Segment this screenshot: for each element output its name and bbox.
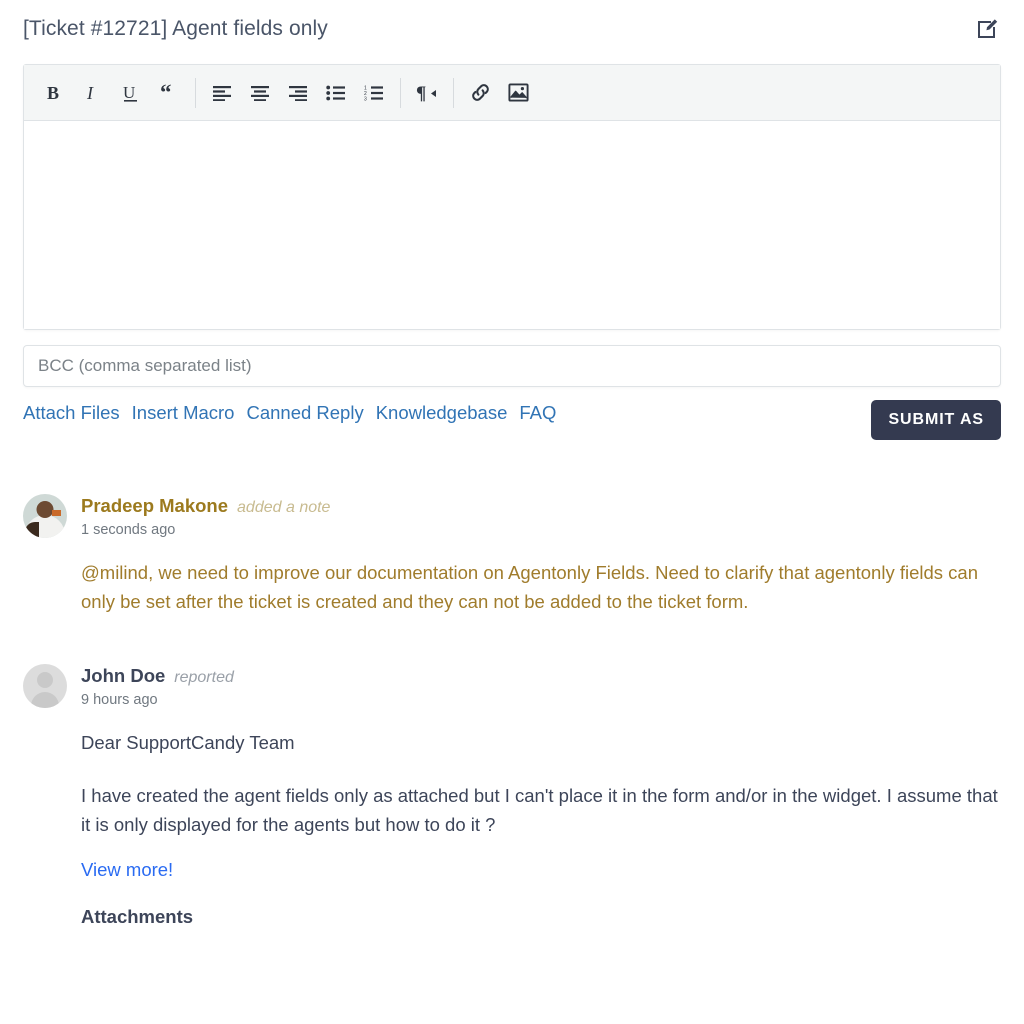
edit-ticket-icon[interactable] [974, 15, 1002, 43]
blockquote-icon[interactable]: “ [150, 74, 188, 112]
thread-item-note: Pradeep Makone added a note 1 seconds ag… [0, 494, 1024, 616]
thread-timestamp: 9 hours ago [81, 692, 158, 708]
svg-text:“: “ [160, 83, 172, 103]
ticket-thread: Pradeep Makone added a note 1 seconds ag… [0, 494, 1024, 928]
editor-content-area[interactable] [24, 121, 1000, 329]
thread-item-header: John Doe reported 9 hours ago [23, 664, 1024, 708]
svg-text:U: U [123, 83, 135, 102]
avatar [23, 494, 67, 538]
svg-text:¶: ¶ [416, 83, 426, 103]
reply-action-bar: Attach Files Insert Macro Canned Reply K… [23, 400, 1001, 444]
thread-item-meta: Pradeep Makone added a note 1 seconds ag… [81, 494, 330, 538]
paragraph-rtl-icon[interactable]: ¶ [408, 74, 446, 112]
unordered-list-icon[interactable] [317, 74, 355, 112]
note-paragraph: @milind, we need to improve our document… [81, 562, 979, 612]
reply-paragraph-message: I have created the agent fields only as … [81, 785, 998, 835]
insert-macro-link[interactable]: Insert Macro [132, 402, 235, 424]
thread-item-body: @milind, we need to improve our document… [23, 558, 1024, 616]
avatar [23, 664, 67, 708]
italic-icon[interactable]: I [74, 74, 112, 112]
toolbar-divider [400, 77, 401, 108]
thread-timestamp: 1 seconds ago [81, 522, 176, 538]
bcc-input[interactable] [23, 345, 1001, 387]
image-icon[interactable] [499, 74, 537, 112]
ticket-detail-page: [Ticket #12721] Agent fields only B I U … [0, 0, 1024, 1024]
view-more-link[interactable]: View more! [81, 859, 173, 881]
thread-item-meta: John Doe reported 9 hours ago [81, 664, 234, 708]
align-center-icon[interactable] [241, 74, 279, 112]
thread-item-body: Dear SupportCandy Team I have created th… [23, 728, 1024, 928]
svg-text:B: B [47, 83, 59, 103]
reply-editor: B I U “ 1 2 3 ¶ [23, 64, 1001, 330]
thread-event-label: added a note [237, 499, 331, 516]
link-icon[interactable] [461, 74, 499, 112]
canned-reply-link[interactable]: Canned Reply [246, 402, 363, 424]
thread-item-header: Pradeep Makone added a note 1 seconds ag… [23, 494, 1024, 538]
bold-icon[interactable]: B [36, 74, 74, 112]
toolbar-divider [453, 77, 454, 108]
svg-text:I: I [86, 83, 94, 103]
thread-author-name[interactable]: Pradeep Makone [81, 495, 228, 517]
attachments-label: Attachments [81, 906, 194, 927]
attach-files-link[interactable]: Attach Files [23, 402, 120, 424]
align-left-icon[interactable] [203, 74, 241, 112]
thread-author-name[interactable]: John Doe [81, 665, 165, 687]
reply-paragraph-greeting: Dear SupportCandy Team [81, 732, 295, 753]
editor-toolbar: B I U “ 1 2 3 ¶ [24, 65, 1000, 121]
svg-text:3: 3 [364, 96, 367, 100]
submit-as-button[interactable]: SUBMIT AS [871, 400, 1001, 440]
page-title: [Ticket #12721] Agent fields only [23, 17, 328, 40]
ordered-list-icon[interactable]: 1 2 3 [355, 74, 393, 112]
toolbar-divider [195, 77, 196, 108]
underline-icon[interactable]: U [112, 74, 150, 112]
reply-action-links: Attach Files Insert Macro Canned Reply K… [23, 400, 556, 424]
ticket-header: [Ticket #12721] Agent fields only [0, 0, 1024, 58]
thread-item-reply: John Doe reported 9 hours ago Dear Suppo… [0, 664, 1024, 928]
thread-event-label: reported [174, 669, 234, 686]
align-right-icon[interactable] [279, 74, 317, 112]
knowledgebase-link[interactable]: Knowledgebase [376, 402, 508, 424]
faq-link[interactable]: FAQ [519, 402, 556, 424]
